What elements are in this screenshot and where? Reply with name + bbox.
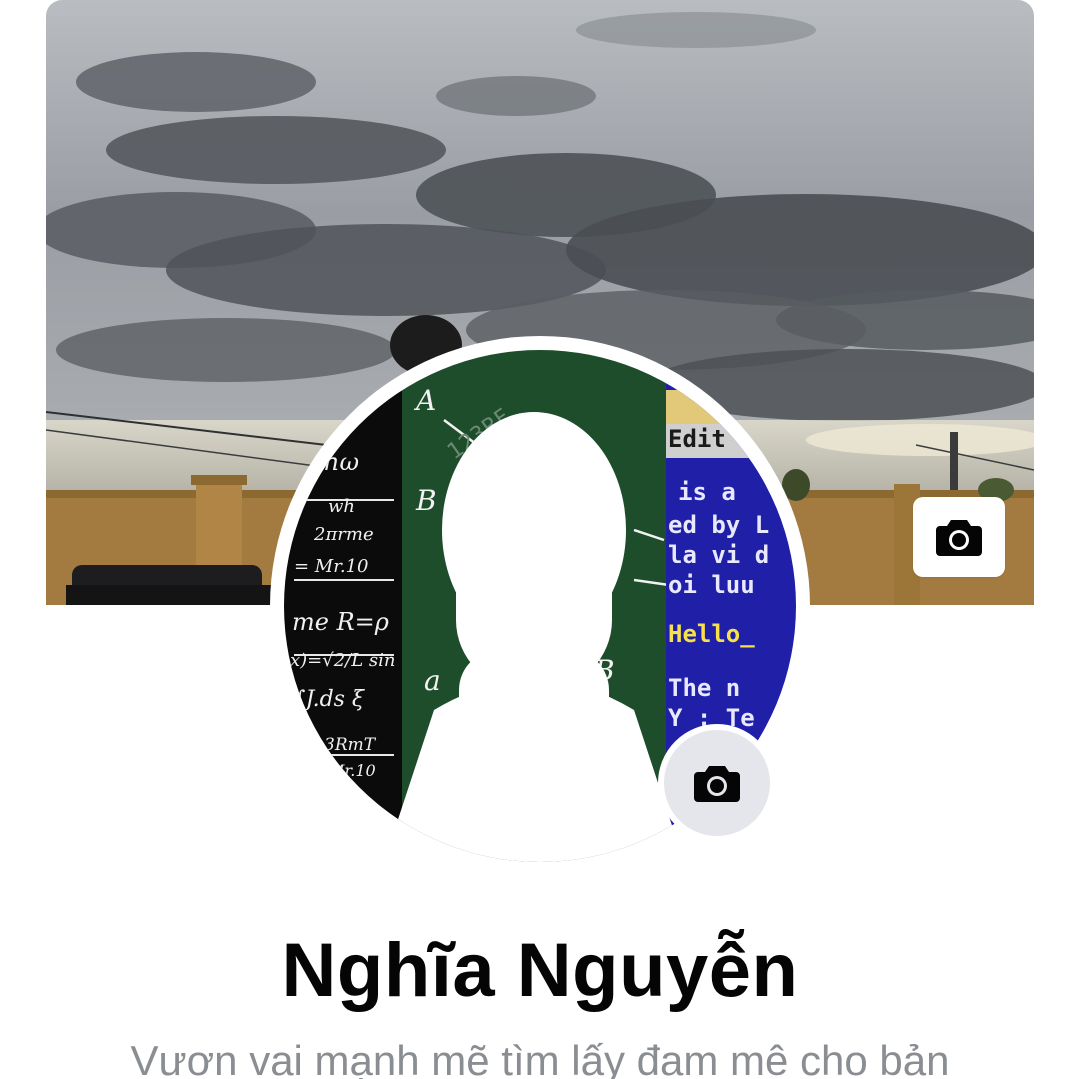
- profile-name: Nghĩa Nguyễn: [281, 928, 799, 1013]
- code-line-1: is a: [678, 478, 736, 506]
- svg-text:2πrme: 2πrme: [313, 524, 374, 545]
- svg-text:= Mr.10: = Mr.10: [294, 556, 369, 577]
- svg-text:wh: wh: [328, 496, 355, 517]
- svg-text:3RmT: 3RmT: [324, 735, 377, 755]
- camera-icon: [936, 520, 982, 556]
- profile-page: hω wh 2πrme = Mr.10 me R=ρ x)=√2/L sin ∫…: [0, 0, 1080, 1079]
- code-line-5: Hello_: [668, 620, 755, 648]
- code-line-6: The n: [668, 674, 740, 702]
- code-panel-edit-label: Edit: [668, 425, 726, 453]
- edit-cover-photo-button[interactable]: [913, 497, 1005, 577]
- svg-text:∫J.ds ξ: ∫J.ds ξ: [294, 687, 366, 712]
- code-line-4: oi luu: [668, 571, 755, 599]
- code-line-2: ed by L: [668, 511, 769, 539]
- edit-profile-picture-button[interactable]: [658, 724, 776, 842]
- svg-text:A: A: [413, 384, 436, 417]
- code-line-3: la vi d: [668, 541, 769, 569]
- svg-text:Mr.10: Mr.10: [327, 761, 376, 780]
- svg-text:hω: hω: [324, 448, 359, 476]
- camera-icon: [694, 766, 740, 802]
- svg-text:x)=√2/L sin: x)=√2/L sin: [290, 650, 396, 671]
- svg-text:B: B: [415, 484, 437, 517]
- svg-text:a: a: [424, 664, 441, 697]
- svg-text:me R=ρ: me R=ρ: [292, 608, 389, 636]
- profile-bio: Vươn vai mạnh mẽ tìm lấy đam mê cho bản: [130, 1037, 950, 1079]
